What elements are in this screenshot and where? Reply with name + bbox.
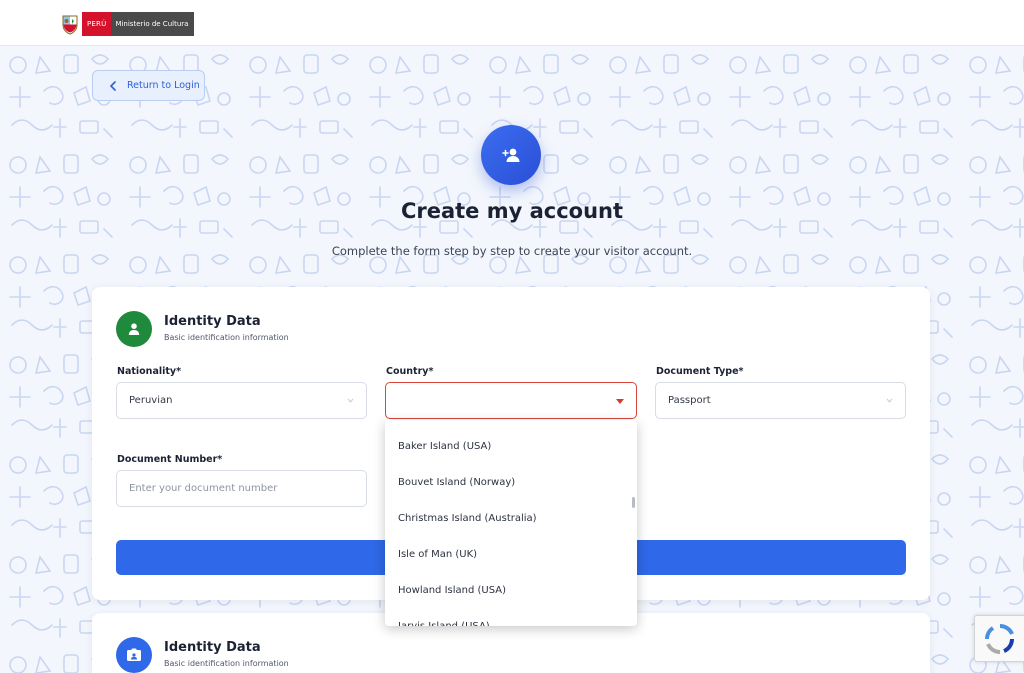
document-type-label: Document Type*	[656, 366, 744, 377]
dropdown-option[interactable]: Howland Island (USA)	[385, 572, 631, 608]
return-to-login-button[interactable]: Return to Login	[92, 70, 205, 101]
section-title: Identity Data	[164, 640, 261, 655]
document-number-placeholder: Enter your document number	[129, 483, 278, 494]
chevron-down-icon	[347, 398, 354, 403]
nationality-label: Nationality*	[117, 366, 182, 377]
logo-ministry-label: Ministerio de Cultura	[111, 12, 195, 36]
nationality-select[interactable]: Peruvian	[116, 382, 367, 419]
user-icon	[116, 311, 152, 347]
dropdown-option[interactable]: Christmas Island (Australia)	[385, 500, 631, 536]
section-title: Identity Data	[164, 314, 261, 329]
chevron-left-icon	[109, 80, 116, 91]
recaptcha-icon	[984, 624, 1014, 654]
section-subtitle: Basic identification information	[164, 659, 289, 668]
ministry-logo[interactable]: PERÚ Ministerio de Cultura	[60, 12, 195, 36]
country-select[interactable]	[385, 382, 637, 419]
document-number-label: Document Number*	[117, 454, 223, 465]
page-subtitle: Complete the form step by step to create…	[331, 244, 693, 258]
dropdown-option[interactable]: Jarvis Island (USA)	[385, 608, 631, 627]
peru-crest-icon	[62, 15, 78, 35]
page-title: Create my account	[400, 199, 624, 223]
document-type-select[interactable]: Passport	[655, 382, 906, 419]
add-user-icon	[481, 125, 541, 185]
top-header: PERÚ Ministerio de Cultura	[0, 0, 1024, 46]
document-type-value: Passport	[668, 395, 711, 406]
country-label: Country*	[386, 366, 434, 377]
country-dropdown-list[interactable]: Baker Island (USA) Bouvet Island (Norway…	[385, 420, 637, 626]
logo-peru-label: PERÚ	[82, 12, 112, 36]
return-to-login-label: Return to Login	[127, 80, 200, 91]
dropdown-option[interactable]: Bouvet Island (Norway)	[385, 464, 631, 500]
dropdown-option[interactable]: Isle of Man (UK)	[385, 536, 631, 572]
document-number-input[interactable]: Enter your document number	[116, 470, 367, 507]
id-card-icon	[116, 637, 152, 673]
dropdown-option[interactable]: Baker Island (USA)	[385, 428, 631, 464]
dropdown-scrollbar[interactable]	[632, 497, 635, 508]
recaptcha-badge[interactable]	[974, 615, 1024, 662]
nationality-value: Peruvian	[129, 395, 173, 406]
chevron-down-icon	[886, 398, 893, 403]
section-subtitle: Basic identification information	[164, 333, 289, 342]
dropdown-arrow-icon	[616, 399, 624, 404]
